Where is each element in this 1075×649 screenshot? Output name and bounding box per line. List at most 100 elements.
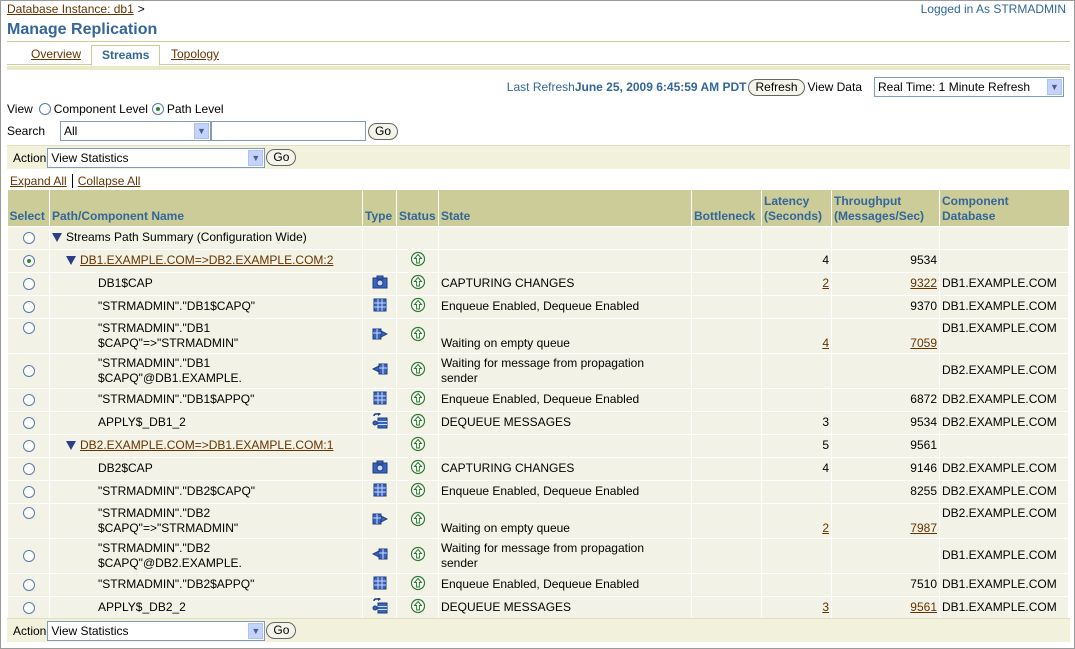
- component-name: "STRMADMIN"."DB2 $CAPQ"=>"STRMADMIN": [49, 502, 363, 539]
- row-select-radio[interactable]: [22, 439, 35, 452]
- row-select-radio[interactable]: [22, 231, 35, 244]
- state-text: Waiting on empty queue: [438, 317, 692, 354]
- state-text: Enqueue Enabled, Dequeue Enabled: [438, 572, 692, 597]
- col-select: Select: [7, 190, 50, 226]
- capture-icon: [372, 460, 388, 478]
- component-database: DB1.EXAMPLE.COM: [939, 317, 1069, 354]
- streams-table: Select Path/Component Name Type Status S…: [7, 190, 1069, 620]
- tab-streams[interactable]: Streams: [91, 45, 161, 66]
- throughput-link[interactable]: 7059: [910, 336, 937, 350]
- row-select-radio[interactable]: [22, 507, 35, 520]
- throughput-link[interactable]: 7987: [910, 521, 937, 535]
- col-bottleneck: Bottleneck: [691, 190, 762, 226]
- component-level-radio[interactable]: [38, 103, 51, 115]
- breadcrumb: Database Instance: db1 >: [7, 2, 145, 16]
- component-level-label: Component Level: [53, 102, 148, 116]
- component-database: DB1.EXAMPLE.COM: [939, 537, 1069, 574]
- table-row: DB1.EXAMPLE.COM=>DB2.EXAMPLE.COM:2 4 953…: [7, 248, 1069, 273]
- row-select-radio[interactable]: [22, 300, 35, 313]
- search-row: Search All ▼ Go: [7, 121, 399, 141]
- breadcrumb-separator: >: [137, 2, 145, 16]
- state-text: Enqueue Enabled, Dequeue Enabled: [438, 387, 692, 412]
- expanded-triangle-icon[interactable]: [66, 256, 76, 266]
- status-up-icon: [410, 511, 426, 531]
- table-row: "STRMADMIN"."DB1 $CAPQ"=>"STRMADMIN" Wait…: [7, 317, 1069, 354]
- queue-icon: [373, 298, 387, 316]
- row-select-radio[interactable]: [22, 416, 35, 429]
- throughput-value: 9534: [831, 410, 940, 435]
- page-title: Manage Replication: [7, 21, 158, 38]
- component-database: DB2.EXAMPLE.COM: [939, 479, 1069, 504]
- divider: [71, 174, 73, 188]
- status-up-icon: [410, 436, 426, 456]
- view-label: View: [7, 102, 33, 116]
- tab-overview[interactable]: Overview: [21, 45, 91, 65]
- latency-value: 5: [761, 433, 832, 458]
- component-name: "STRMADMIN"."DB2 $CAPQ"@DB2.EXAMPLE.: [49, 537, 363, 574]
- row-select-radio[interactable]: [22, 364, 35, 377]
- expand-all-link[interactable]: Expand All: [10, 174, 67, 188]
- title-divider: [7, 41, 1070, 42]
- tab-topology[interactable]: Topology: [161, 45, 229, 65]
- row-select-radio[interactable]: [22, 485, 35, 498]
- collapse-all-link[interactable]: Collapse All: [78, 174, 141, 188]
- state-text: Enqueue Enabled, Dequeue Enabled: [438, 479, 692, 504]
- table-row: Streams Path Summary (Configuration Wide…: [7, 225, 1069, 250]
- row-select-radio[interactable]: [22, 277, 35, 290]
- row-select-radio[interactable]: [22, 393, 35, 406]
- refresh-button[interactable]: Refresh: [748, 78, 805, 96]
- apply-icon: [372, 597, 388, 618]
- logged-in-label: Logged in As STRMADMIN: [920, 2, 1066, 16]
- state-text: CAPTURING CHANGES: [438, 456, 692, 481]
- row-select-radio[interactable]: [22, 578, 35, 591]
- state-text: Enqueue Enabled, Dequeue Enabled: [438, 294, 692, 319]
- table-row: DB1$CAP CAPTURING CHANGES 2 9322 DB1.EXA…: [7, 271, 1069, 296]
- latency-value: 4: [761, 456, 832, 481]
- search-input[interactable]: [211, 121, 366, 141]
- status-up-icon: [410, 326, 426, 346]
- search-go-button[interactable]: Go: [368, 122, 399, 140]
- table-row: "STRMADMIN"."DB1$APPQ" Enqueue Enabled, …: [7, 387, 1069, 412]
- expanded-triangle-icon[interactable]: [66, 441, 76, 451]
- row-select-radio[interactable]: [22, 549, 35, 562]
- component-name: "STRMADMIN"."DB1$APPQ": [49, 387, 363, 412]
- col-component-database: Component Database: [939, 190, 1069, 226]
- latency-link[interactable]: 2: [822, 521, 829, 535]
- table-row: "STRMADMIN"."DB2 $CAPQ"@DB2.EXAMPLE. Wait…: [7, 537, 1069, 574]
- component-database: DB2.EXAMPLE.COM: [939, 456, 1069, 481]
- breadcrumb-database-instance-link[interactable]: Database Instance: db1: [7, 2, 134, 16]
- last-refresh-date: June 25, 2009 6:45:59 AM PDT: [574, 80, 747, 94]
- action-go-button-bottom[interactable]: Go: [266, 622, 297, 639]
- component-name: APPLY$_DB1_2: [49, 410, 363, 435]
- action-go-button[interactable]: Go: [266, 149, 297, 166]
- status-up-icon: [410, 413, 426, 433]
- tab-bar: Overview Streams Topology: [7, 45, 1070, 66]
- latency-link[interactable]: 2: [822, 276, 829, 290]
- row-select-radio[interactable]: [22, 601, 35, 614]
- search-type-select[interactable]: All ▼: [60, 121, 211, 141]
- propagation-receiver-icon: [371, 362, 388, 380]
- row-select-radio[interactable]: [22, 322, 35, 335]
- path-level-radio[interactable]: [151, 103, 164, 115]
- status-up-icon: [410, 459, 426, 479]
- path-link[interactable]: DB1.EXAMPLE.COM=>DB2.EXAMPLE.COM:2: [80, 253, 333, 267]
- latency-link[interactable]: 4: [822, 336, 829, 350]
- table-row: "STRMADMIN"."DB1$CAPQ" Enqueue Enabled, …: [7, 294, 1069, 319]
- status-up-icon: [410, 482, 426, 502]
- latency-link[interactable]: 3: [822, 600, 829, 614]
- throughput-link[interactable]: 9561: [910, 600, 937, 614]
- throughput-link[interactable]: 9322: [910, 276, 937, 290]
- path-link[interactable]: DB2.EXAMPLE.COM=>DB1.EXAMPLE.COM:1: [80, 438, 333, 452]
- propagation-receiver-icon: [371, 547, 388, 565]
- action-select[interactable]: View Statistics ▼: [47, 147, 266, 168]
- row-select-radio[interactable]: [22, 462, 35, 475]
- action-select-bottom[interactable]: View Statistics ▼: [47, 620, 266, 641]
- row-select-radio[interactable]: [22, 254, 35, 267]
- view-data-select[interactable]: Real Time: 1 Minute Refresh ▼: [874, 77, 1064, 97]
- expanded-triangle-icon[interactable]: [52, 233, 62, 243]
- component-database: DB2.EXAMPLE.COM: [939, 410, 1069, 435]
- status-up-icon: [410, 274, 426, 294]
- expand-collapse-row: Expand All Collapse All: [7, 172, 140, 190]
- queue-icon: [373, 483, 387, 501]
- component-name: "STRMADMIN"."DB2$CAPQ": [49, 479, 363, 504]
